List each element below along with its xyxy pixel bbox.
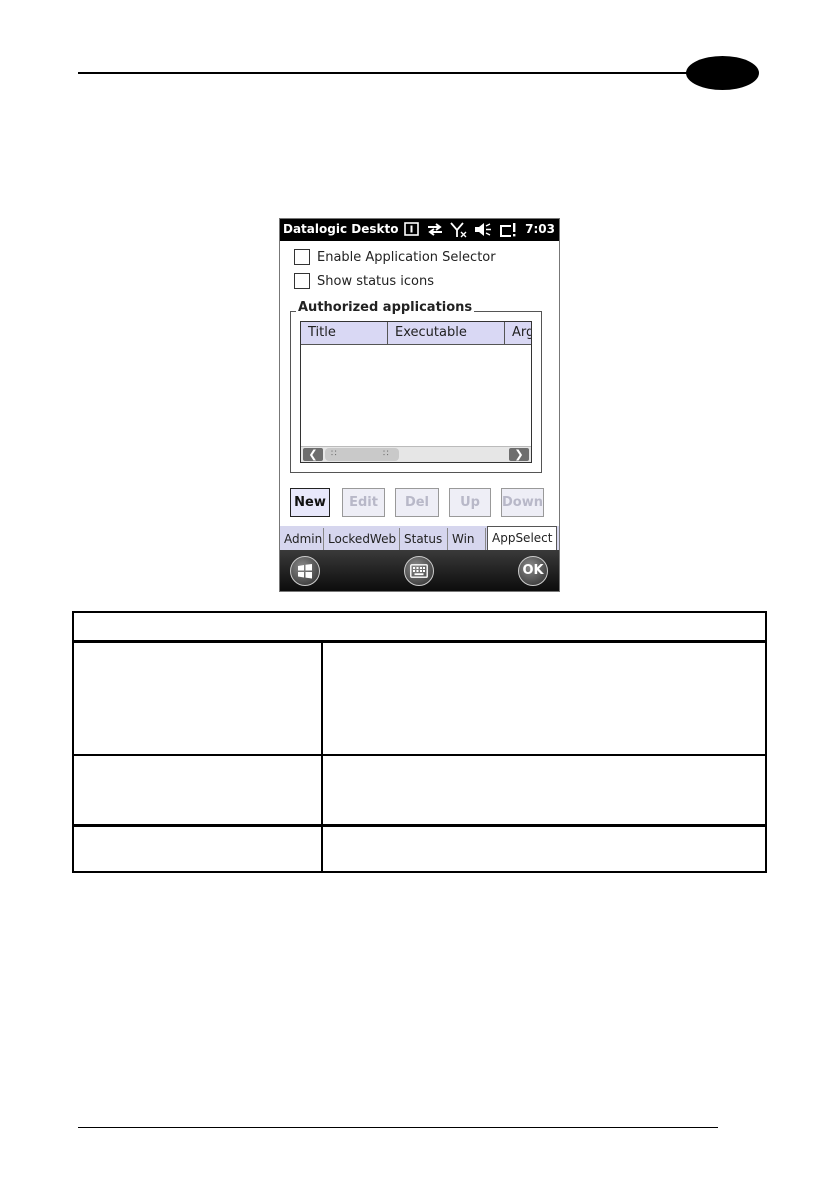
- delete-button[interactable]: Del: [395, 488, 439, 517]
- edit-button[interactable]: Edit: [342, 488, 385, 517]
- device-screenshot: Datalogic Deskto 7:03 Enable Application…: [279, 218, 560, 592]
- show-status-icons-row[interactable]: Show status icons: [294, 272, 434, 290]
- no-signal-icon[interactable]: [450, 222, 468, 242]
- tab-win[interactable]: Win: [448, 528, 486, 550]
- enable-app-selector-row[interactable]: Enable Application Selector: [294, 248, 496, 266]
- new-button[interactable]: New: [290, 488, 330, 517]
- enable-app-selector-label[interactable]: Enable Application Selector: [317, 250, 496, 265]
- authorized-apps-list[interactable]: Title Executable Arg ❮ ∷ ∷ ❯: [300, 321, 532, 463]
- show-status-icons-label[interactable]: Show status icons: [317, 274, 434, 289]
- speaker-muted-icon[interactable]: [474, 222, 492, 241]
- up-button[interactable]: Up: [449, 488, 491, 517]
- tab-appselect[interactable]: AppSelect: [487, 526, 557, 550]
- list-header: Title Executable Arg: [301, 322, 531, 345]
- footer-rule: [78, 1127, 718, 1128]
- scroll-left-icon[interactable]: ❮: [303, 448, 323, 461]
- header-rule: [78, 72, 728, 74]
- scroll-thumb[interactable]: ∷ ∷: [325, 448, 399, 461]
- tab-status[interactable]: Status: [400, 528, 448, 550]
- table-row: [74, 827, 765, 871]
- column-header-executable[interactable]: Executable: [388, 322, 505, 344]
- status-bar-time[interactable]: 7:03: [525, 222, 555, 236]
- grip-icon: ∷: [331, 449, 337, 459]
- windows-flag-icon: [298, 564, 312, 579]
- table-column-divider: [321, 643, 323, 871]
- tab-lockedweb[interactable]: LockedWeb: [324, 528, 400, 550]
- horizontal-scrollbar[interactable]: ❮ ∷ ∷ ❯: [301, 446, 531, 462]
- battery-alert-icon[interactable]: [498, 222, 518, 242]
- table-header: [74, 613, 765, 643]
- down-button[interactable]: Down: [501, 488, 544, 517]
- notification-icon[interactable]: [404, 222, 420, 241]
- keyboard-icon: [410, 564, 428, 578]
- keyboard-button[interactable]: [404, 556, 434, 586]
- tab-admin[interactable]: Admin: [280, 528, 324, 550]
- table-row: [74, 756, 765, 827]
- status-bar: Datalogic Deskto 7:03: [280, 219, 559, 241]
- tab-strip: Admin LockedWeb Status Win AppSelect: [280, 526, 559, 550]
- parameter-table: [72, 611, 767, 873]
- scroll-right-icon[interactable]: ❯: [509, 448, 529, 461]
- sync-arrows-icon[interactable]: [426, 222, 444, 241]
- authorized-apps-title: Authorized applications: [296, 300, 475, 315]
- show-status-icons-checkbox[interactable]: [294, 273, 310, 289]
- grip-icon: ∷: [383, 449, 389, 459]
- ok-button[interactable]: OK: [518, 556, 548, 586]
- column-header-title[interactable]: Title: [301, 322, 388, 344]
- soft-key-bar: OK: [280, 550, 559, 591]
- status-bar-title[interactable]: Datalogic Deskto: [283, 222, 401, 236]
- table-row: [74, 643, 765, 756]
- start-menu-button[interactable]: [290, 556, 320, 586]
- enable-app-selector-checkbox[interactable]: [294, 249, 310, 265]
- column-header-arguments[interactable]: Arg: [505, 322, 531, 344]
- chapter-badge: [686, 56, 759, 90]
